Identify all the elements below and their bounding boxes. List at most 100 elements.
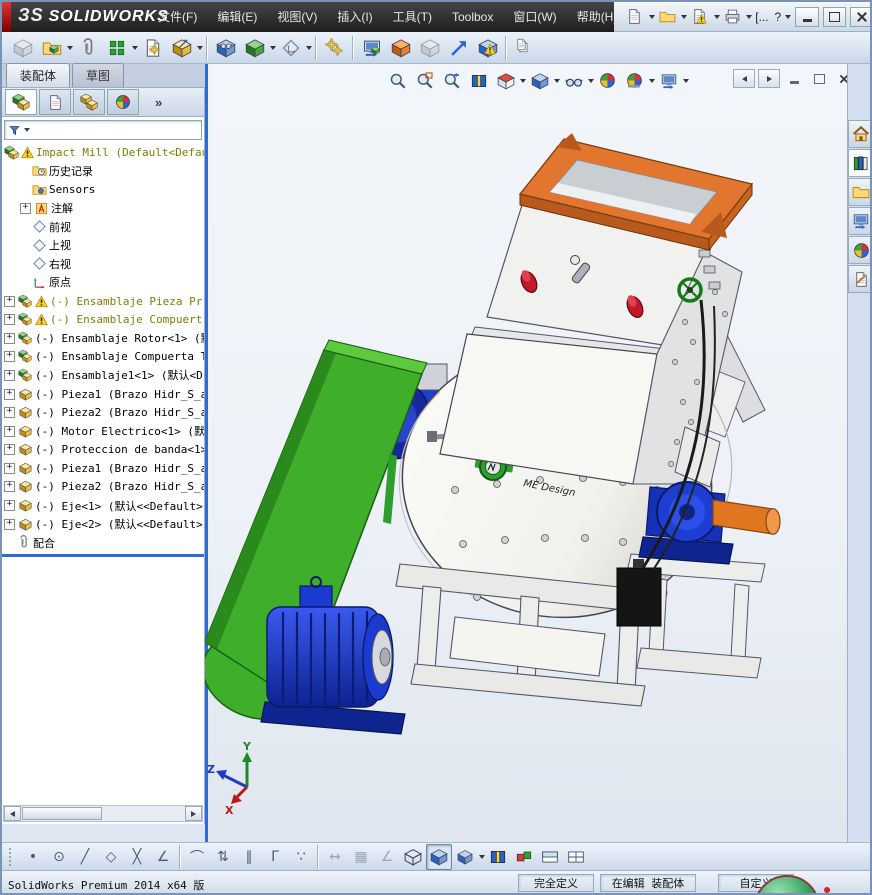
expand-toggle[interactable]: +	[4, 332, 15, 344]
corner-rectangle-button[interactable]: Γ	[262, 844, 288, 870]
tree-item-component[interactable]: + (-) Pieza2 (Brazo Hidr_S_a	[2, 478, 204, 497]
section-view-button[interactable]	[465, 68, 492, 93]
tree-item-component[interactable]: + (-) Pieza1 (Brazo Hidr_S_a	[2, 459, 204, 478]
tree-item-origin[interactable]: 原点	[2, 273, 204, 292]
expand-toggle[interactable]: +	[4, 444, 15, 456]
propertymanager-tab[interactable]	[39, 89, 71, 115]
expand-toggle[interactable]: +	[4, 314, 15, 326]
design-library-button[interactable]	[847, 149, 870, 177]
move-component-dropdown-icon[interactable]	[197, 45, 203, 50]
spline-tool-button[interactable]: ∵	[288, 844, 314, 870]
tree-item-component[interactable]: + (-) Ensamblaje1<1> (默认<D	[2, 366, 204, 385]
tree-item-right-plane[interactable]: 右视	[2, 255, 204, 274]
expand-toggle[interactable]: +	[4, 407, 15, 419]
shaded-display-button[interactable]	[426, 843, 452, 870]
display-style-button[interactable]	[526, 68, 553, 93]
line-tool-button[interactable]: ╱	[72, 844, 98, 870]
restore-document-button[interactable]	[808, 69, 830, 88]
smart-dimension-button[interactable]: ↔	[322, 844, 348, 870]
expand-toggle[interactable]: +	[4, 425, 15, 437]
split-grid-button[interactable]	[563, 844, 589, 870]
offset-entities-button[interactable]: ∥	[236, 844, 262, 870]
insert-components-button[interactable]	[37, 33, 66, 62]
configurationmanager-tab[interactable]	[73, 89, 105, 115]
tree-item-component[interactable]: + (-) Eje<1> (默认<<Default>	[2, 496, 204, 515]
grid-snap-button[interactable]: ▦	[348, 844, 374, 870]
tree-item-component[interactable]: + (-) Eje<2> (默认<<Default>	[2, 515, 204, 534]
expand-toggle[interactable]: +	[4, 351, 15, 363]
menu-file[interactable]: 文件(F)	[148, 2, 207, 32]
menu-edit[interactable]: 编辑(E)	[207, 2, 267, 32]
take-snapshot-button[interactable]	[510, 33, 539, 62]
assembly-features-button[interactable]	[240, 33, 269, 62]
zoom-to-area-button[interactable]	[411, 68, 438, 93]
explode-line-sketch-button[interactable]	[415, 33, 444, 62]
close-button[interactable]	[850, 6, 870, 27]
new-dropdown-icon[interactable]	[648, 14, 655, 19]
expand-toggle[interactable]: +	[4, 295, 15, 307]
tree-item-component[interactable]: + (-) Ensamblaje Rotor<1> (默	[2, 329, 204, 348]
tree-item-assembly-root[interactable]: Impact Mill (Default<Defau	[2, 143, 204, 162]
restore-button[interactable]	[822, 6, 847, 27]
bill-of-materials-button[interactable]	[357, 33, 386, 62]
filter-dropdown-icon[interactable]	[24, 128, 30, 132]
displaymanager-tab[interactable]	[107, 89, 139, 115]
display-style-dropdown-button[interactable]	[452, 844, 478, 870]
reference-geometry-dropdown-icon[interactable]	[306, 45, 312, 50]
expand-toggle[interactable]: +	[4, 462, 15, 474]
zoom-to-fit-button[interactable]	[384, 68, 411, 93]
tree-item-sensors[interactable]: Sensors	[2, 180, 204, 199]
edit-appearance-button[interactable]	[594, 68, 621, 93]
arc-tool-button[interactable]: ⌒	[184, 844, 210, 870]
expand-toggle[interactable]: +	[4, 369, 15, 381]
open-document-button[interactable]	[655, 4, 681, 30]
file-explorer-button[interactable]	[847, 178, 870, 206]
point-tool-button[interactable]: •	[20, 844, 46, 870]
tree-item-component[interactable]: + (-) Ensamblaje Compuerta T	[2, 348, 204, 367]
view-settings-dropdown-icon[interactable]	[683, 78, 689, 83]
exploded-view-button[interactable]	[386, 33, 415, 62]
mirror-entities-button[interactable]: ⇅	[210, 844, 236, 870]
custom-properties-button[interactable]	[847, 265, 870, 293]
instant3d-button[interactable]	[444, 33, 473, 62]
expand-toggle[interactable]: +	[4, 481, 15, 493]
tree-item-component[interactable]: + (-) Ensamblaje Pieza Pr	[2, 292, 204, 311]
scroll-left-arrow[interactable]	[4, 806, 21, 821]
menu-window[interactable]: 窗口(W)	[503, 2, 566, 32]
interference-detection-button[interactable]	[473, 33, 502, 62]
manager-tabs-overflow[interactable]: »	[155, 95, 162, 110]
linear-component-pattern-button[interactable]	[102, 33, 131, 62]
save-button[interactable]	[687, 4, 713, 30]
edit-component-button[interactable]	[8, 33, 37, 62]
new-document-button[interactable]	[622, 4, 648, 30]
wireframe-display-button[interactable]	[400, 844, 426, 870]
menu-view[interactable]: 视图(V)	[267, 2, 327, 32]
scroll-right-arrow[interactable]	[185, 806, 202, 821]
tree-item-component[interactable]: + (-) Pieza1 (Brazo Hidr_S_a	[2, 385, 204, 404]
previous-document-button[interactable]	[733, 69, 755, 88]
expand-toggle[interactable]: +	[4, 388, 15, 400]
new-motion-study-button[interactable]	[320, 33, 349, 62]
trim-entities-button[interactable]: ╳	[124, 844, 150, 870]
appearances-scenes-button[interactable]	[847, 236, 870, 264]
view-settings-button[interactable]	[655, 68, 682, 93]
previous-view-button[interactable]	[438, 68, 465, 93]
angle-snap-button[interactable]: ∠	[374, 844, 400, 870]
menu-insert[interactable]: 插入(I)	[327, 2, 382, 32]
tree-item-top-plane[interactable]: 上视	[2, 236, 204, 255]
mate-button[interactable]	[73, 33, 102, 62]
view-palette-button[interactable]	[847, 207, 870, 235]
toolbar-drag-handle[interactable]	[8, 846, 12, 867]
expand-toggle[interactable]: +	[4, 500, 15, 512]
solidworks-resources-button[interactable]	[847, 120, 870, 148]
print-button[interactable]	[720, 4, 746, 30]
graphics-viewport[interactable]	[208, 64, 847, 842]
tab-sketch[interactable]: 草图	[72, 63, 125, 87]
minimize-document-button[interactable]	[783, 69, 805, 88]
panel-scrollbar[interactable]	[3, 805, 203, 822]
menu-toolbox[interactable]: Toolbox	[442, 2, 503, 32]
options-button[interactable]: [...	[752, 10, 771, 24]
split-horizontal-button[interactable]	[537, 844, 563, 870]
tab-assembly[interactable]: 装配体	[6, 63, 71, 87]
tree-item-annotations[interactable]: + 注解	[2, 199, 204, 218]
